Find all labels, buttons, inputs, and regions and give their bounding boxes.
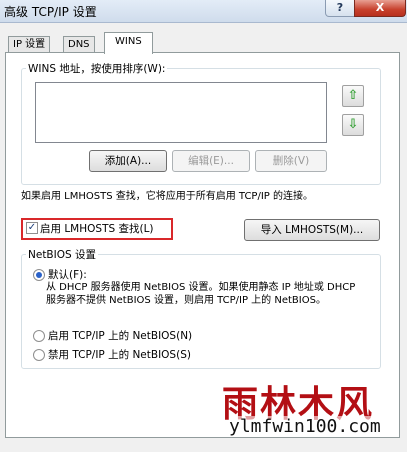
tab-ip-settings[interactable]: IP 设置 bbox=[8, 36, 51, 53]
title-bar[interactable]: 高级 TCP/IP 设置 ? X bbox=[0, 0, 407, 23]
import-lmhosts-button[interactable]: 导入 LMHOSTS(M)... bbox=[244, 219, 380, 241]
checkmark-icon: ✓ bbox=[27, 222, 37, 233]
tab-label: WINS bbox=[115, 36, 142, 47]
lmhosts-checkbox[interactable]: ✓ bbox=[26, 222, 38, 234]
add-button[interactable]: 添加(A)... bbox=[89, 150, 167, 172]
lmhosts-checkbox-label[interactable]: 启用 LMHOSTS 查找(L) bbox=[40, 221, 154, 236]
window-title: 高级 TCP/IP 设置 bbox=[4, 5, 97, 19]
netbios-group-label: NetBIOS 设置 bbox=[28, 249, 96, 261]
move-up-button[interactable]: ⇧ bbox=[342, 85, 364, 107]
tab-wins[interactable]: WINS bbox=[104, 32, 153, 54]
help-button[interactable]: ? bbox=[325, 0, 355, 17]
watermark-url: ylmfwin100.com bbox=[229, 416, 381, 437]
close-button[interactable]: X bbox=[354, 0, 406, 17]
netbios-enable-label[interactable]: 启用 TCP/IP 上的 NetBIOS(N) bbox=[48, 328, 192, 343]
netbios-disable-radio[interactable] bbox=[33, 349, 45, 361]
netbios-default-description: 从 DHCP 服务器使用 NetBIOS 设置。如果使用静态 IP 地址或 DH… bbox=[46, 282, 356, 306]
netbios-enable-radio[interactable] bbox=[33, 330, 45, 342]
netbios-default-label[interactable]: 默认(F): bbox=[48, 267, 87, 282]
tab-dns[interactable]: DNS bbox=[63, 36, 95, 53]
remove-button[interactable]: 删除(V) bbox=[255, 150, 327, 172]
arrow-down-icon: ⇩ bbox=[347, 117, 359, 132]
lmhosts-note: 如果启用 LMHOSTS 查找，它将应用于所有启用 TCP/IP 的连接。 bbox=[21, 191, 313, 202]
netbios-disable-label[interactable]: 禁用 TCP/IP 上的 NetBIOS(S) bbox=[48, 347, 191, 362]
tab-label: IP 设置 bbox=[13, 39, 46, 50]
wins-address-list[interactable] bbox=[35, 82, 327, 143]
move-down-button[interactable]: ⇩ bbox=[342, 114, 364, 136]
netbios-default-radio[interactable] bbox=[33, 269, 45, 281]
edit-button[interactable]: 编辑(E)... bbox=[172, 150, 250, 172]
tab-label: DNS bbox=[68, 39, 90, 50]
arrow-up-icon: ⇧ bbox=[347, 88, 359, 103]
wins-address-group-label: WINS 地址，按使用排序(W): bbox=[28, 63, 166, 75]
